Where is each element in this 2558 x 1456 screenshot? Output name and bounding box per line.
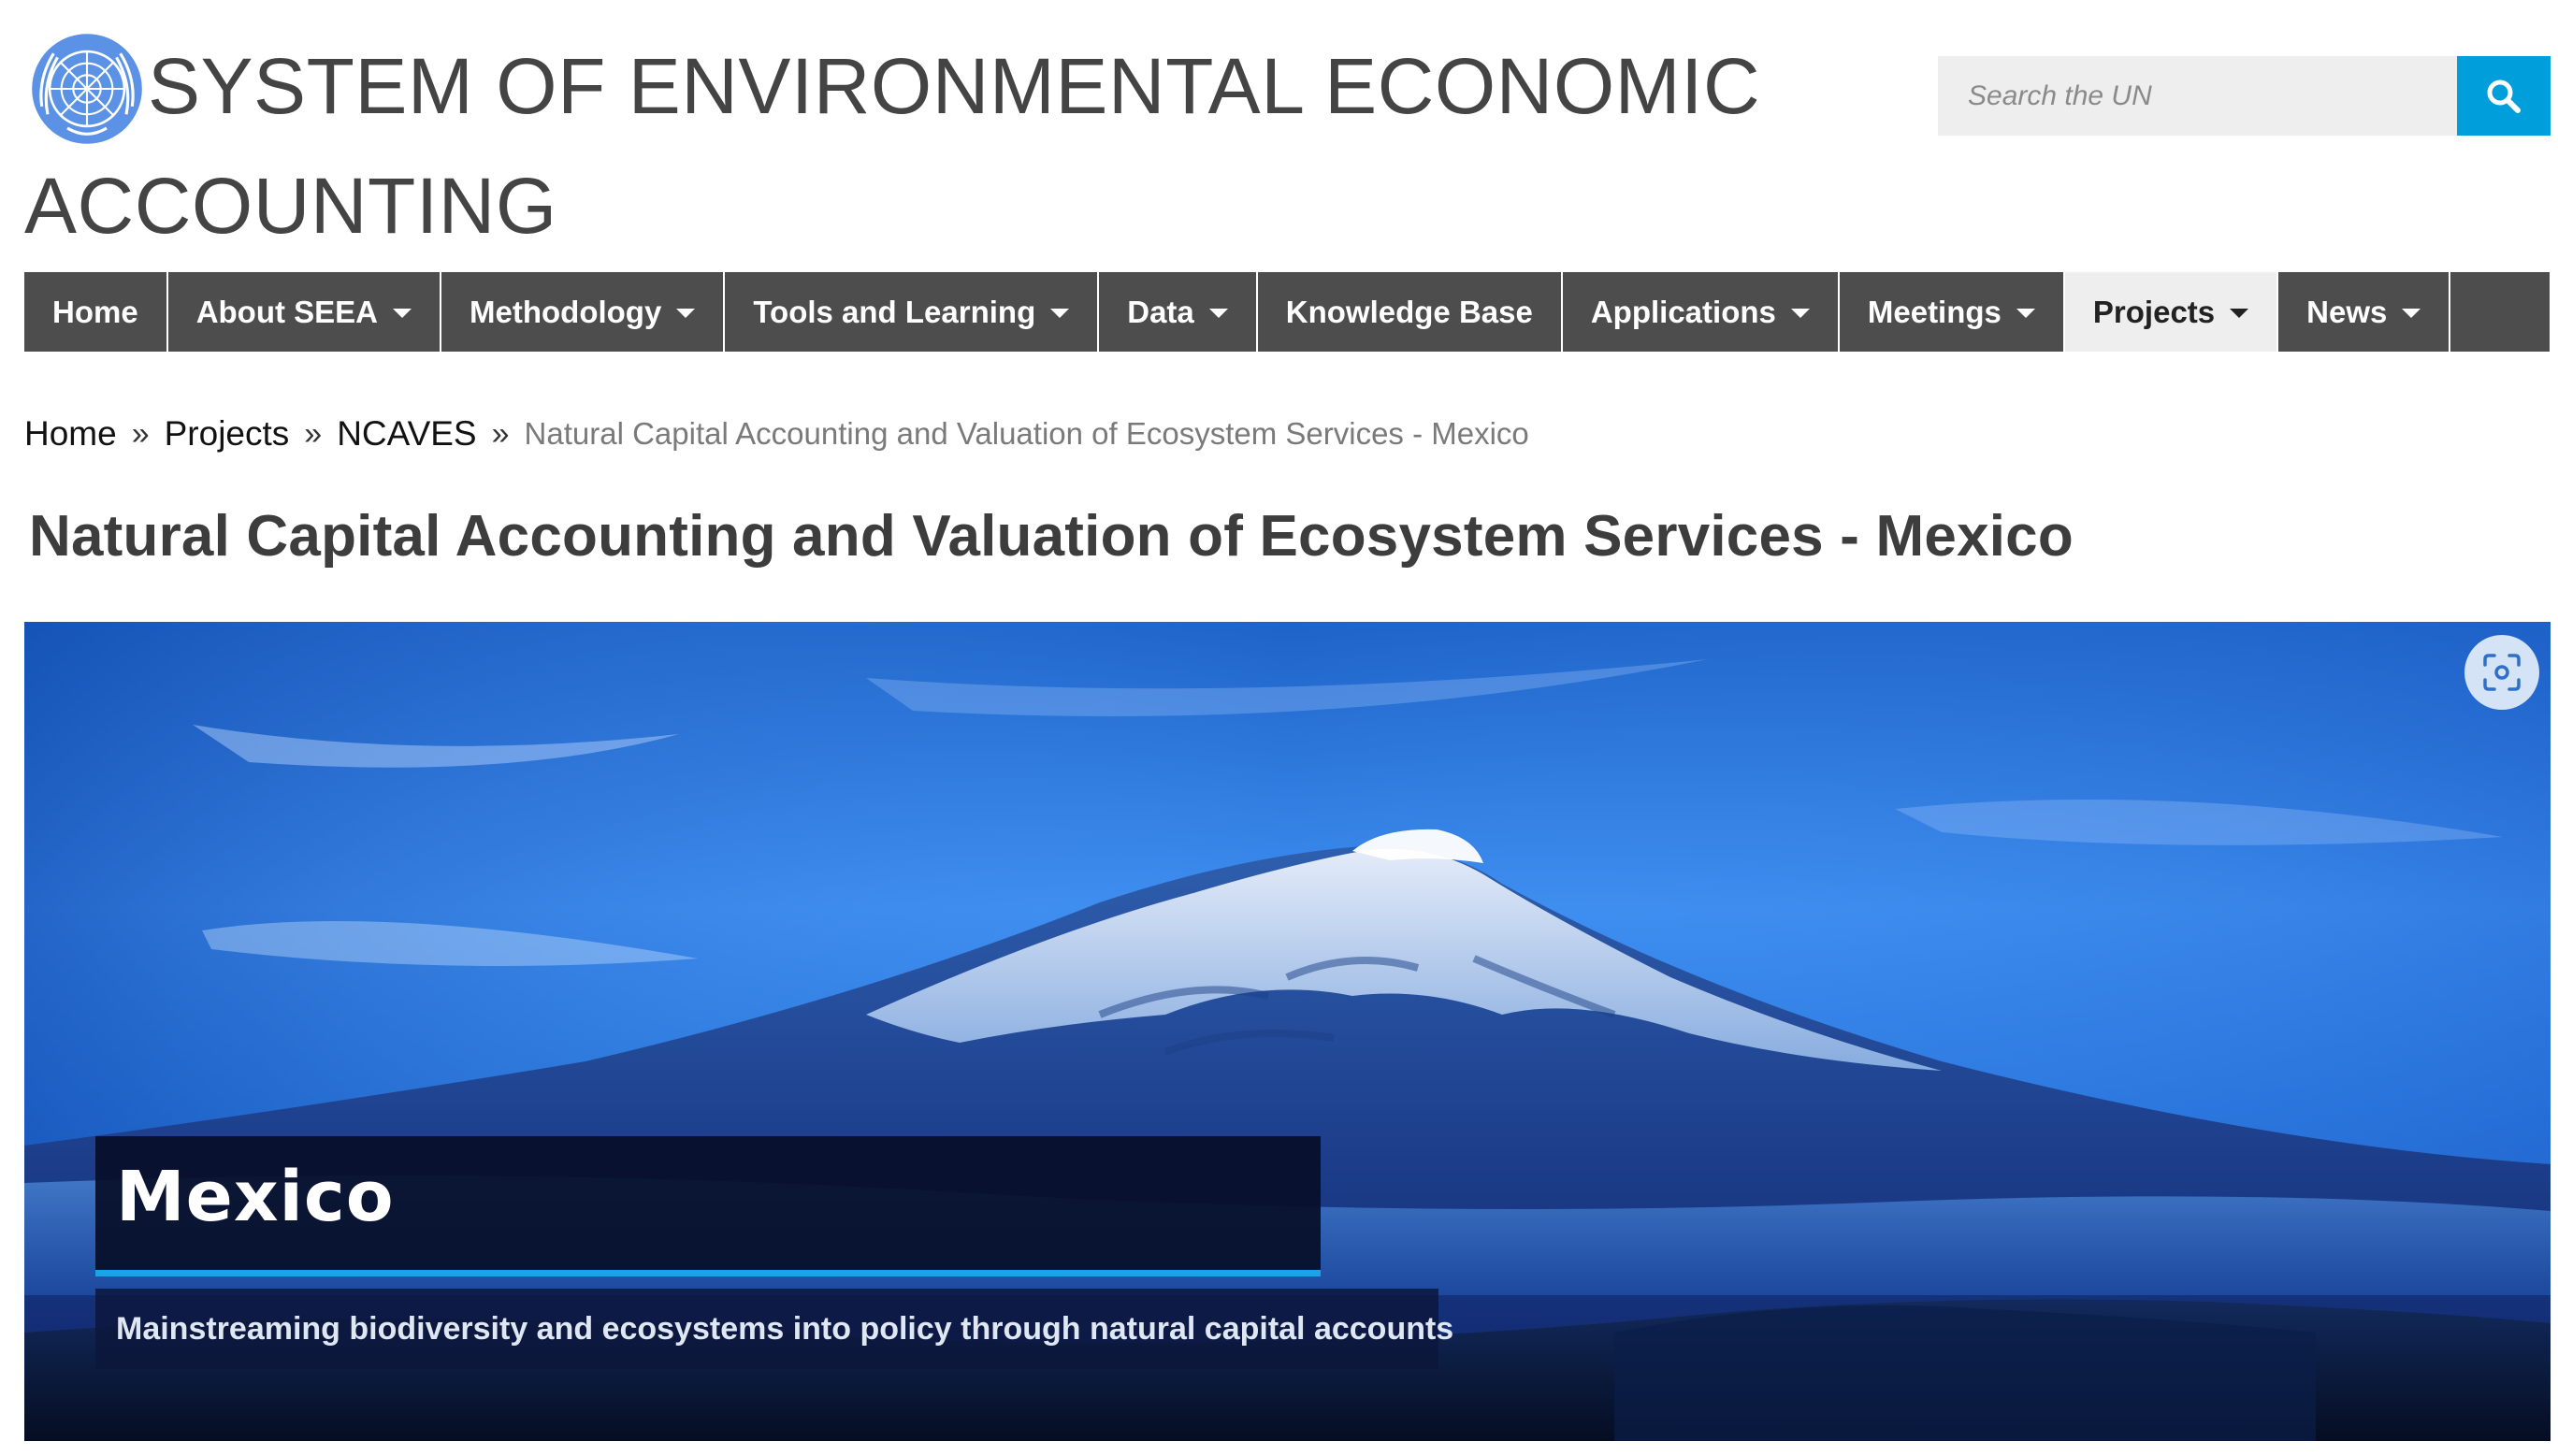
hero-banner: Mexico Mainstreaming biodiversity and ec… [24,622,2551,1441]
caret-down-icon [1790,309,1810,318]
caret-down-icon [2016,309,2035,318]
nav-item-projects[interactable]: Projects [2064,272,2279,352]
nav-item-news[interactable]: News [2278,272,2451,352]
breadcrumb-link-home[interactable]: Home [24,414,117,454]
nav-item-applications[interactable]: Applications [1563,272,1840,352]
breadcrumb: Home » Projects » NCAVES » Natural Capit… [24,408,1529,460]
nav-item-data[interactable]: Data [1099,272,1258,352]
page-title: Natural Capital Accounting and Valuation… [29,504,2074,569]
hero-title: Mexico [116,1157,395,1237]
search-input[interactable] [1938,56,2457,136]
visual-search-icon [2483,654,2521,691]
hero-subtitle: Mainstreaming biodiversity and ecosystem… [116,1310,1454,1347]
nav-item-label: Knowledge Base [1285,294,1533,329]
nav-item-knowledge-base[interactable]: Knowledge Base [1258,272,1563,352]
nav-item-label: Data [1127,294,1194,329]
nav-item-label: Projects [2092,294,2216,329]
nav-item-home[interactable]: Home [24,272,168,352]
nav-item-label: Tools and Learning [753,294,1036,329]
search-form [1938,56,2551,136]
caret-down-icon [393,309,412,318]
caret-down-icon [2402,309,2421,318]
nav-item-methodology[interactable]: Methodology [441,272,726,352]
caret-down-icon [2230,309,2249,318]
nav-item-about-seea[interactable]: About SEEA [168,272,442,352]
site-header: SYSTEM OF ENVIRONMENTAL ECONOMIC ACCOUNT… [24,26,1914,266]
breadcrumb-separator: » [491,415,510,452]
nav-item-label: Applications [1590,294,1776,329]
search-icon [2487,79,2521,113]
nav-item-label: Home [52,294,138,329]
caret-down-icon [1208,309,1228,318]
breadcrumb-link-ncaves[interactable]: NCAVES [337,414,476,454]
nav-item-meetings[interactable]: Meetings [1840,272,2065,352]
caret-down-icon [1050,309,1070,318]
breadcrumb-current: Natural Capital Accounting and Valuation… [524,416,1529,451]
caret-down-icon [676,309,696,318]
search-button[interactable] [2457,56,2551,136]
nav-item-label: News [2306,294,2388,329]
hero-subtitle-box: Mainstreaming biodiversity and ecosystem… [95,1289,1453,1369]
visual-search-button[interactable] [2464,635,2539,710]
un-emblem-icon[interactable] [28,30,146,148]
nav-item-label: About SEEA [195,294,379,329]
breadcrumb-separator: » [304,415,323,452]
nav-item-label: Meetings [1867,294,2002,329]
breadcrumb-link-projects[interactable]: Projects [165,414,290,454]
site-title[interactable]: SYSTEM OF ENVIRONMENTAL ECONOMIC ACCOUNT… [24,26,1914,266]
hero-title-box: Mexico [95,1136,1321,1276]
nav-item-tools-and-learning[interactable]: Tools and Learning [725,272,1100,352]
nav-item-label: Methodology [470,294,662,329]
breadcrumb-separator: » [131,415,150,452]
main-nav: Home About SEEA Methodology Tools and Le… [24,272,2550,352]
